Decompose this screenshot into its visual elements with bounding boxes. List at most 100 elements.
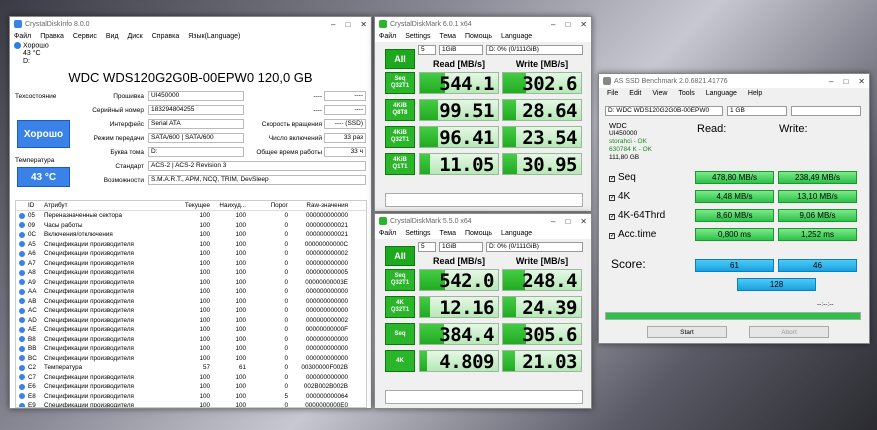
menu-service[interactable]: Сервис [73,33,97,40]
col-attribute[interactable]: Атрибут [44,202,180,209]
smart-row[interactable]: 09 Часы работы 100 100 0 000000000021 [16,221,366,231]
test-button[interactable]: 4KiB Q8T8 [385,99,415,121]
minimize-icon[interactable]: – [551,217,555,226]
maximize-icon[interactable]: □ [345,20,350,29]
menu-view[interactable]: Вид [106,33,119,40]
menu-language[interactable]: Language [501,33,532,40]
menu-help[interactable]: Справка [152,33,179,40]
smart-row[interactable]: A9 Спецификации производителя 100 100 0 00000… [16,278,366,288]
all-button[interactable]: All [385,49,415,69]
test-button[interactable]: 4K [385,350,415,372]
test-button[interactable]: Seq Q32T1 [385,269,415,291]
menu-help[interactable]: Помощь [465,230,492,237]
smart-current: 100 [199,269,210,277]
test-button[interactable]: 4KiB Q32T1 [385,126,415,148]
menu-theme[interactable]: Тема [440,33,456,40]
maximize-icon[interactable]: □ [565,217,570,226]
size-select[interactable]: 1GiB [439,242,483,252]
smart-row-dot [16,336,28,343]
menu-tools[interactable]: Tools [678,90,694,97]
drive-select[interactable]: D: 0% (0/111GiB) [486,45,583,55]
smart-row[interactable]: AD Спецификации производителя 100 100 0 00000… [16,316,366,326]
start-button[interactable]: Start [647,326,727,338]
minimize-icon[interactable]: – [829,77,833,86]
smart-row[interactable]: 0C Включения/отключения 100 100 0 00000000002… [16,230,366,240]
smart-row[interactable]: E9 Спецификации производителя 100 100 0 00000… [16,401,366,407]
col-id[interactable]: ID [28,202,44,209]
menu-view[interactable]: View [652,90,667,97]
checkbox-icon[interactable]: ✓ [609,176,615,182]
comment-field[interactable] [385,193,583,207]
maximize-icon[interactable]: □ [843,77,848,86]
menu-edit[interactable]: Edit [629,90,641,97]
extra-field[interactable] [791,106,861,116]
abort-button[interactable]: Abort [749,326,829,338]
close-icon[interactable]: ✕ [580,20,587,29]
smart-row[interactable]: E8 Спецификации производителя 100 100 5 00000… [16,392,366,402]
size-select[interactable]: 1GiB [439,45,483,55]
smart-row[interactable]: 05 Переназначенные сектора 100 100 0 00000000… [16,211,366,221]
menu-language[interactable]: Язык(Language) [188,33,240,40]
menu-file[interactable]: File [607,90,618,97]
menu-language[interactable]: Language [706,90,737,97]
test-button[interactable]: Seq Q32T1 [385,72,415,94]
maximize-icon[interactable]: □ [565,20,570,29]
checkbox-icon[interactable]: ✓ [609,214,615,220]
minimize-icon[interactable]: – [551,20,555,29]
size-select[interactable]: 1 GB [727,106,787,116]
menu-file[interactable]: Файл [379,33,396,40]
close-icon[interactable]: ✕ [360,20,367,29]
smart-row[interactable]: BC Спецификации производителя 100 100 0 00000… [16,354,366,364]
menu-file[interactable]: Файл [14,33,31,40]
test-checkbox-1[interactable]: ✓ 4K [609,191,630,202]
smart-row[interactable]: BB Спецификации производителя 100 100 0 00000… [16,344,366,354]
health-status-button[interactable]: Хорошо [17,120,70,148]
smart-row[interactable]: C2 Температура 57 61 0 00300000F002B [16,363,366,373]
test-checkbox-2[interactable]: ✓ 4K-64Thrd [609,210,665,221]
checkbox-icon[interactable]: ✓ [609,195,615,201]
power-count-value: 33 раз [324,133,366,143]
smart-row[interactable]: B8 Спецификации производителя 100 100 0 00000… [16,335,366,345]
count-select[interactable]: 5 [418,242,436,252]
test-checkbox-0[interactable]: ✓ Seq [609,172,636,183]
smart-row[interactable]: AE Спецификации производителя 100 100 0 00000… [16,325,366,335]
smart-row[interactable]: A8 Спецификации производителя 100 100 0 00000… [16,268,366,278]
close-icon[interactable]: ✕ [580,217,587,226]
smart-table[interactable]: ID Атрибут Текущее Наихуд... Порог Raw-з… [15,200,367,408]
col-current[interactable]: Текущее [180,202,210,209]
drive-selector[interactable]: Хорошо 43 °C D: [10,42,371,66]
smart-row[interactable]: C7 Спецификации производителя 100 100 0 00000… [16,373,366,383]
close-icon[interactable]: ✕ [858,77,865,86]
drive-select[interactable]: D: WDC WDS120G2G0B-00EPW0 [605,106,723,116]
test-button[interactable]: Seq [385,323,415,345]
menu-language[interactable]: Language [501,230,532,237]
smart-row[interactable]: AB Спецификации производителя 100 100 0 00000… [16,297,366,307]
menu-settings[interactable]: Settings [405,230,430,237]
menu-disk[interactable]: Диск [128,33,143,40]
menu-file[interactable]: Файл [379,230,396,237]
smart-row[interactable]: A5 Спецификации производителя 100 100 0 00000… [16,240,366,250]
col-threshold[interactable]: Порог [246,202,288,209]
drive-select[interactable]: D: 0% (0/111GiB) [486,242,583,252]
count-select[interactable]: 5 [418,45,436,55]
smart-row[interactable]: E6 Спецификации производителя 100 100 0 002B0… [16,382,366,392]
col-worst[interactable]: Наихуд... [210,202,246,209]
smart-row[interactable]: AA Спецификации производителя 100 100 0 00000… [16,287,366,297]
test-button[interactable]: 4KiB Q1T1 [385,153,415,175]
smart-row[interactable]: A7 Спецификации производителя 100 100 0 00000… [16,259,366,269]
test-button[interactable]: 4K Q32T1 [385,296,415,318]
menu-help[interactable]: Help [748,90,762,97]
menu-settings[interactable]: Settings [405,33,430,40]
menu-edit[interactable]: Правка [40,33,64,40]
test-checkbox-3[interactable]: ✓ Acc.time [609,229,656,240]
smart-row[interactable]: AC Спецификации производителя 100 100 0 00000… [16,306,366,316]
smart-row[interactable]: A6 Спецификации производителя 100 100 0 00000… [16,249,366,259]
comment-field[interactable] [385,390,583,404]
minimize-icon[interactable]: – [331,20,335,29]
write-result-bar [503,297,516,317]
menu-help[interactable]: Помощь [465,33,492,40]
col-raw[interactable]: Raw-значения [288,202,348,209]
checkbox-icon[interactable]: ✓ [609,233,615,239]
menu-theme[interactable]: Тема [440,230,456,237]
all-button[interactable]: All [385,246,415,266]
